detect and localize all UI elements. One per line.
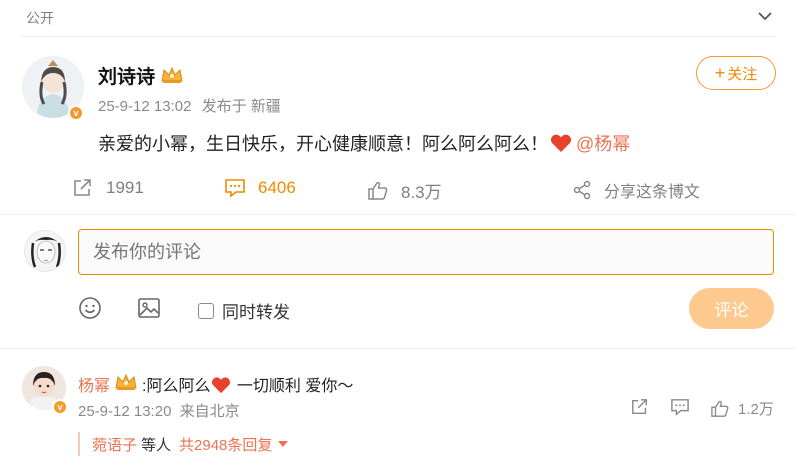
- comment-input[interactable]: [78, 229, 774, 275]
- share-button[interactable]: 分享这条博文: [572, 178, 700, 202]
- follow-label: 关注: [727, 65, 758, 83]
- repost-count: 1991: [106, 178, 144, 197]
- caret-down-icon[interactable]: [278, 441, 289, 447]
- mention-link[interactable]: @杨幂: [576, 134, 630, 154]
- my-avatar[interactable]: [24, 230, 66, 272]
- reply-timestamp: 25-9-12 13:20: [78, 403, 172, 420]
- heart-emoji-icon: [550, 134, 572, 152]
- reply-meta: 25-9-12 13:20 来自北京: [78, 400, 240, 421]
- reply-like-count: 1.2万: [738, 401, 774, 418]
- crown-badge-icon: [161, 66, 183, 83]
- repost-checkbox-label: 同时转发: [222, 303, 290, 322]
- reply-like-button[interactable]: 1.2万: [710, 398, 774, 419]
- post-text: 亲爱的小幂，生日快乐，开心健康顺意！阿么阿么阿么！ @杨幂: [98, 130, 630, 156]
- author-name-text[interactable]: 刘诗诗: [98, 67, 155, 88]
- repost-icon: [632, 399, 648, 415]
- submit-comment-button[interactable]: 评论: [689, 288, 774, 329]
- reply-comment-button[interactable]: [670, 398, 690, 416]
- crown-badge-icon: [115, 373, 137, 390]
- verified-badge-icon: v: [52, 399, 68, 415]
- like-count: 8.3万: [401, 183, 442, 202]
- sub-replies-summary[interactable]: 菀语子 等人 共2948条回复: [78, 432, 289, 456]
- follow-button[interactable]: + 关注: [696, 56, 776, 90]
- repost-icon: [74, 179, 91, 196]
- reply-text-before: :阿么阿么: [142, 378, 211, 395]
- sub-reply-total[interactable]: 共2948条回复: [179, 434, 272, 455]
- post-meta: 25-9-12 13:02 发布于 新疆: [98, 95, 281, 116]
- image-icon[interactable]: [137, 296, 161, 320]
- divider: [20, 36, 775, 37]
- reply-text-after: 一切顺利 爱你～: [232, 378, 354, 395]
- post-location: 发布于 新疆: [201, 98, 281, 115]
- checkbox-icon[interactable]: [198, 302, 214, 319]
- visibility-label: 公开: [26, 10, 54, 26]
- reply-author-name[interactable]: 杨幂: [78, 372, 110, 396]
- like-button[interactable]: 8.3万: [367, 178, 442, 203]
- sub-reply-user[interactable]: 菀语子: [92, 434, 137, 455]
- heart-emoji-icon: [212, 377, 231, 394]
- comment-icon: [671, 399, 689, 416]
- author-name[interactable]: 刘诗诗: [98, 62, 155, 89]
- divider: [0, 214, 795, 215]
- plus-icon: +: [714, 62, 726, 83]
- divider: [0, 348, 795, 349]
- post-text-main: 亲爱的小幂，生日快乐，开心健康顺意！阿么阿么阿么！: [98, 134, 548, 154]
- reply-location: 来自北京: [179, 403, 240, 420]
- sub-reply-etc: 等人: [141, 436, 172, 454]
- chevron-down-icon[interactable]: [757, 8, 773, 24]
- thumbs-up-icon: [368, 181, 388, 200]
- reply-repost-button[interactable]: [630, 398, 650, 416]
- thumbs-up-icon: [711, 400, 729, 417]
- share-label: 分享这条博文: [604, 184, 701, 201]
- repost-button[interactable]: 1991: [72, 178, 144, 198]
- share-icon: [573, 180, 591, 200]
- post-timestamp[interactable]: 25-9-12 13:02: [98, 98, 191, 115]
- comment-count: 6406: [258, 178, 296, 197]
- verified-badge-icon: v: [68, 105, 84, 121]
- comment-icon: [225, 179, 245, 198]
- emoji-icon[interactable]: [78, 296, 102, 320]
- reply-text: :阿么阿么 一切顺利 爱你～: [142, 372, 353, 396]
- repost-checkbox[interactable]: 同时转发: [198, 298, 290, 323]
- comment-button[interactable]: 6406: [224, 178, 296, 198]
